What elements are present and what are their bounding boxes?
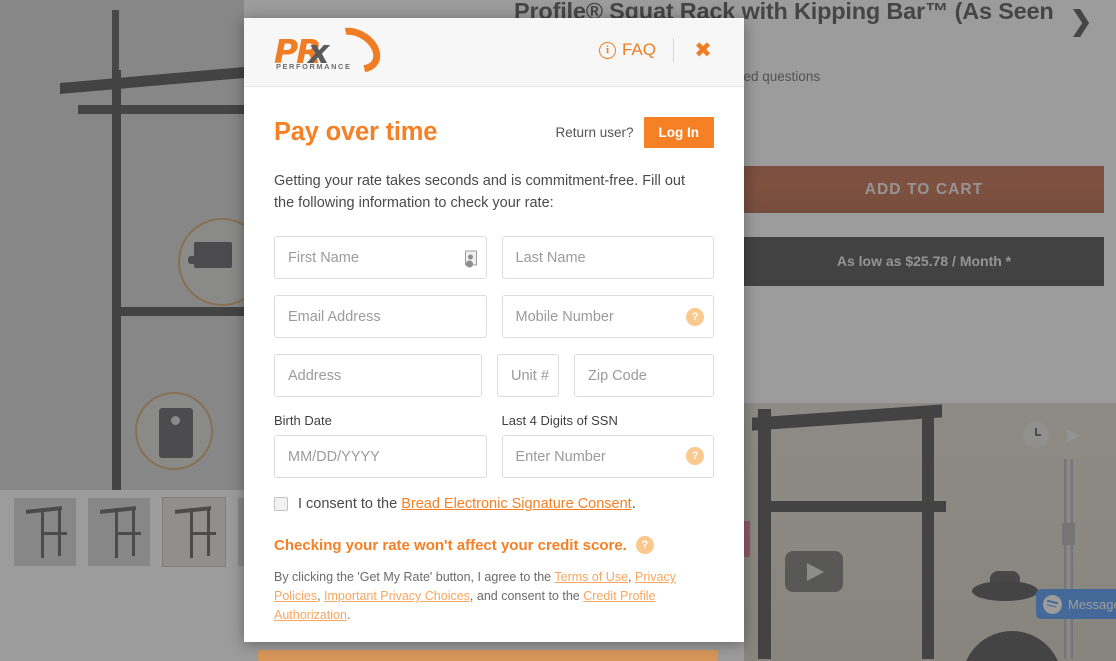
birth-date-input[interactable]: [274, 435, 487, 478]
header-divider: [673, 38, 674, 62]
name-row: [274, 236, 714, 279]
address-row: [274, 354, 714, 397]
faq-button[interactable]: i FAQ: [598, 40, 656, 60]
login-button[interactable]: Log In: [643, 117, 714, 148]
consent-text: I consent to the Bread Electronic Signat…: [298, 496, 636, 512]
email-field-wrap: [274, 295, 487, 338]
mobile-field-wrap: ?: [501, 295, 714, 338]
ssn-label: Last 4 Digits of SSN: [501, 413, 618, 428]
consent-checkbox[interactable]: [274, 497, 288, 511]
pay-over-time-modal: PR x PERFORMANCE i FAQ ✖ Pay over time R…: [244, 18, 744, 642]
birth-date-label: Birth Date: [274, 413, 332, 428]
legal-disclaimer: By clicking the 'Get My Rate' button, I …: [274, 568, 709, 625]
legal-sep2: ,: [317, 589, 325, 603]
first-name-field-wrap: [274, 236, 487, 279]
modal-intro-text: Getting your rate takes seconds and is c…: [274, 173, 686, 211]
legal-sep1: ,: [628, 570, 635, 584]
logo-swoosh-icon: [321, 18, 389, 82]
credit-notice-row: Checking your rate won't affect your cre…: [274, 536, 714, 554]
prx-performance-logo: PR x PERFORMANCE: [274, 18, 389, 82]
contact-card-icon[interactable]: [464, 250, 477, 265]
return-user-label: Return user?: [555, 125, 634, 140]
zip-code-input[interactable]: [574, 354, 714, 397]
important-privacy-choices-link[interactable]: Important Privacy Choices: [324, 589, 470, 603]
first-name-input[interactable]: [274, 236, 487, 279]
address-field-wrap: [274, 354, 482, 397]
contact-row: ?: [274, 295, 714, 338]
identity-row: Birth Date Last 4 Digits of SSN ?: [274, 413, 714, 478]
terms-of-use-link[interactable]: Terms of Use: [554, 570, 628, 584]
legal-part1: By clicking the 'Get My Rate' button, I …: [274, 570, 555, 584]
zip-field-wrap: [574, 354, 714, 397]
mobile-number-input[interactable]: [501, 295, 714, 338]
ssn-help-icon[interactable]: ?: [686, 446, 704, 465]
credit-notice-help-icon[interactable]: ?: [635, 536, 654, 554]
mobile-help-icon[interactable]: ?: [686, 307, 704, 326]
page-title: Pay over time: [274, 118, 438, 146]
address-input[interactable]: [274, 354, 482, 397]
page-root: Profile® Squat Rack with Kipping Bar™ (A…: [0, 0, 1116, 661]
ssn-field-wrap: Last 4 Digits of SSN ?: [501, 413, 714, 478]
last-name-input[interactable]: [501, 236, 714, 279]
consent-row: I consent to the Bread Electronic Signat…: [274, 496, 714, 512]
consent-text-after: .: [631, 496, 636, 512]
logo-tagline: PERFORMANCE: [276, 62, 352, 71]
ssn-input[interactable]: [501, 435, 714, 478]
info-circle-icon: i: [598, 41, 616, 59]
close-icon[interactable]: ✖: [690, 36, 716, 64]
login-area: Return user? Log In: [555, 117, 714, 148]
legal-sep3: , and consent to the: [469, 589, 584, 603]
credit-notice-text: Checking your rate won't affect your cre…: [274, 536, 627, 554]
last-name-field-wrap: [501, 236, 714, 279]
unit-input[interactable]: [497, 354, 559, 397]
faq-label: FAQ: [621, 40, 656, 59]
consent-text-before: I consent to the: [298, 496, 402, 512]
modal-title-row: Pay over time Return user? Log In: [274, 117, 714, 148]
email-input[interactable]: [274, 295, 487, 338]
page-accent-strip: [258, 650, 718, 661]
modal-header: PR x PERFORMANCE i FAQ ✖: [244, 18, 744, 87]
birth-date-field-wrap: Birth Date: [274, 413, 487, 478]
legal-end: .: [346, 608, 351, 622]
modal-body: Pay over time Return user? Log In Gettin…: [244, 87, 744, 625]
esignature-consent-link[interactable]: Bread Electronic Signature Consent: [401, 496, 632, 512]
unit-field-wrap: [497, 354, 559, 397]
